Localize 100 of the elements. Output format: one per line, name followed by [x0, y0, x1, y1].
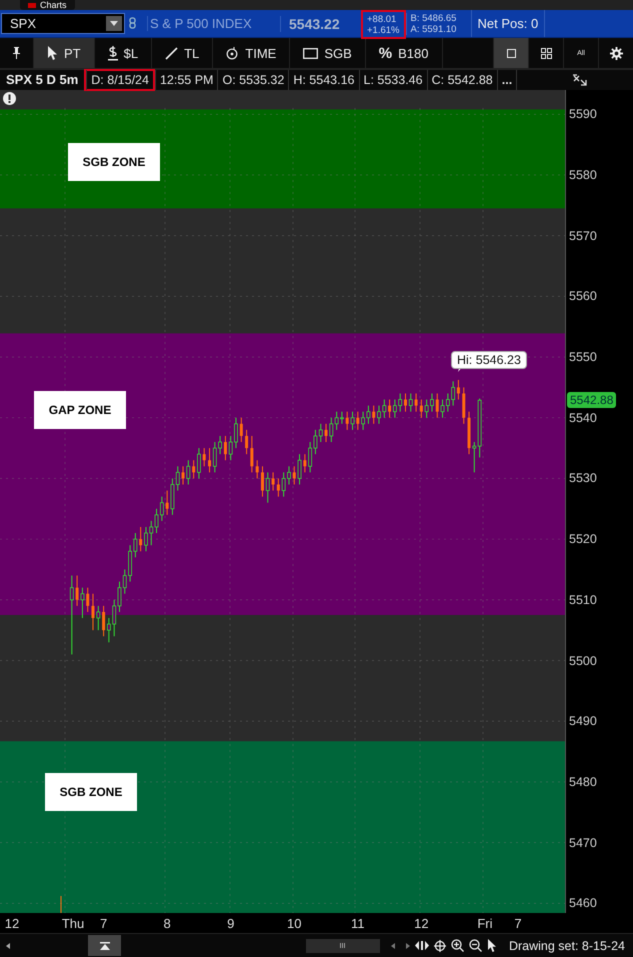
- zoom-in-icon[interactable]: [450, 939, 464, 952]
- alert-icon[interactable]: [3, 92, 16, 105]
- pointer-icon[interactable]: [486, 938, 497, 952]
- candle: [91, 593, 94, 631]
- price-tick: 5550: [569, 349, 597, 366]
- time-tick: 12: [4, 916, 20, 931]
- time-tick: 7: [98, 916, 108, 931]
- time-tick: 9: [226, 916, 236, 931]
- last-price-label: 5542.88: [567, 392, 616, 408]
- candle: [414, 392, 418, 412]
- charts-tab[interactable]: Charts: [20, 0, 75, 10]
- scroll-left-icon[interactable]: [390, 942, 395, 948]
- zone-label: GAP ZONE: [34, 391, 126, 429]
- candle: [250, 435, 254, 473]
- candle: [462, 386, 466, 424]
- tool-button[interactable]: PT: [34, 38, 95, 68]
- price-tick: 5460: [569, 895, 597, 912]
- time-tick: 7: [513, 916, 523, 931]
- grid-icon: [540, 48, 552, 58]
- change-percent: +1.61%: [367, 24, 400, 36]
- instrument-name: S & P 500 INDEX: [147, 16, 280, 31]
- bar-date: D: 8/15/24: [86, 70, 153, 90]
- candle: [260, 466, 264, 498]
- price-tick: 5540: [569, 410, 597, 426]
- dropdown-icon[interactable]: [106, 16, 122, 31]
- candle: [266, 472, 270, 504]
- time-tick: 11: [350, 916, 366, 931]
- grip-icon: [340, 943, 346, 948]
- candle: [366, 405, 370, 424]
- scroll-left-icon[interactable]: [6, 942, 10, 948]
- price-tick: 5560: [569, 288, 597, 304]
- candle: [96, 605, 100, 631]
- candle: [298, 454, 302, 485]
- jump-icon: [100, 942, 110, 950]
- candle: [197, 448, 201, 479]
- candle: [80, 587, 84, 619]
- candle: [139, 526, 142, 552]
- chart-title: SPX 5 D 5m: [5, 71, 80, 89]
- rectangle-icon: [303, 48, 318, 58]
- link-icon[interactable]: [129, 16, 137, 30]
- scroll-to-start-button[interactable]: [88, 935, 121, 956]
- net-position: Net Pos: 0: [470, 10, 546, 37]
- price-tick: 5490: [569, 713, 597, 730]
- candle: [240, 417, 243, 443]
- candle: [272, 472, 275, 492]
- drawing-set-label[interactable]: Drawing set: 8-15-24: [508, 938, 625, 952]
- view-button[interactable]: [493, 38, 528, 68]
- candle: [356, 411, 360, 430]
- price-tick: 5500: [569, 652, 597, 669]
- time-tick: Fri: [476, 916, 494, 931]
- ask-price: A: 5591.10: [410, 24, 458, 34]
- symbol-field[interactable]: SPX: [1, 13, 125, 34]
- candle: [245, 429, 248, 455]
- scroll-right-icon[interactable]: [406, 942, 410, 948]
- high-callout: Hi: 5546.23: [451, 351, 527, 369]
- candle: [202, 448, 206, 467]
- scrollbar-thumb[interactable]: [306, 938, 380, 952]
- candle: [303, 454, 306, 473]
- candle: [192, 460, 196, 479]
- candle: [256, 460, 259, 479]
- candle: [346, 411, 349, 430]
- candle: [436, 392, 439, 418]
- dollar-line-icon: [108, 45, 118, 61]
- last-price: 5543.22: [280, 16, 361, 32]
- candle: [276, 478, 280, 498]
- pin-icon: [13, 47, 20, 59]
- candle: [224, 435, 227, 461]
- change-value: +88.01: [367, 14, 398, 24]
- price-tick: 5580: [569, 166, 597, 183]
- candle: [350, 411, 354, 430]
- square-icon: [506, 48, 516, 58]
- zone-label: SGB ZONE: [45, 773, 137, 811]
- price-tick: 5510: [569, 592, 597, 608]
- clock-icon: [226, 46, 240, 60]
- candle: [76, 575, 79, 606]
- candle: [86, 587, 90, 612]
- time-tick: 12: [413, 916, 430, 931]
- candle: [361, 411, 365, 430]
- candle: [408, 392, 413, 412]
- price-tick: 5570: [569, 228, 597, 244]
- price-tick: 5520: [569, 531, 597, 548]
- time-tick: 8: [162, 916, 172, 931]
- price-tick: 5470: [569, 834, 597, 851]
- price-tick: 5530: [569, 470, 597, 486]
- price-tick: 5590: [569, 106, 597, 122]
- price-tick: 5480: [569, 774, 597, 790]
- time-tick: Thu: [62, 916, 82, 931]
- pointer-icon: [47, 46, 58, 60]
- candle: [166, 490, 169, 516]
- candle: [292, 466, 296, 485]
- zone-label: SGB ZONE: [68, 143, 160, 181]
- time-tick: 10: [286, 916, 302, 931]
- candle: [420, 399, 423, 418]
- crosshair-icon[interactable]: [434, 940, 446, 952]
- line-icon: [165, 46, 178, 60]
- expand-icon[interactable]: [414, 941, 429, 950]
- zoom-out-icon[interactable]: [468, 939, 482, 952]
- collapse-arrows-icon[interactable]: [573, 74, 587, 86]
- candle: [372, 405, 376, 424]
- settings-icon: [610, 46, 622, 60]
